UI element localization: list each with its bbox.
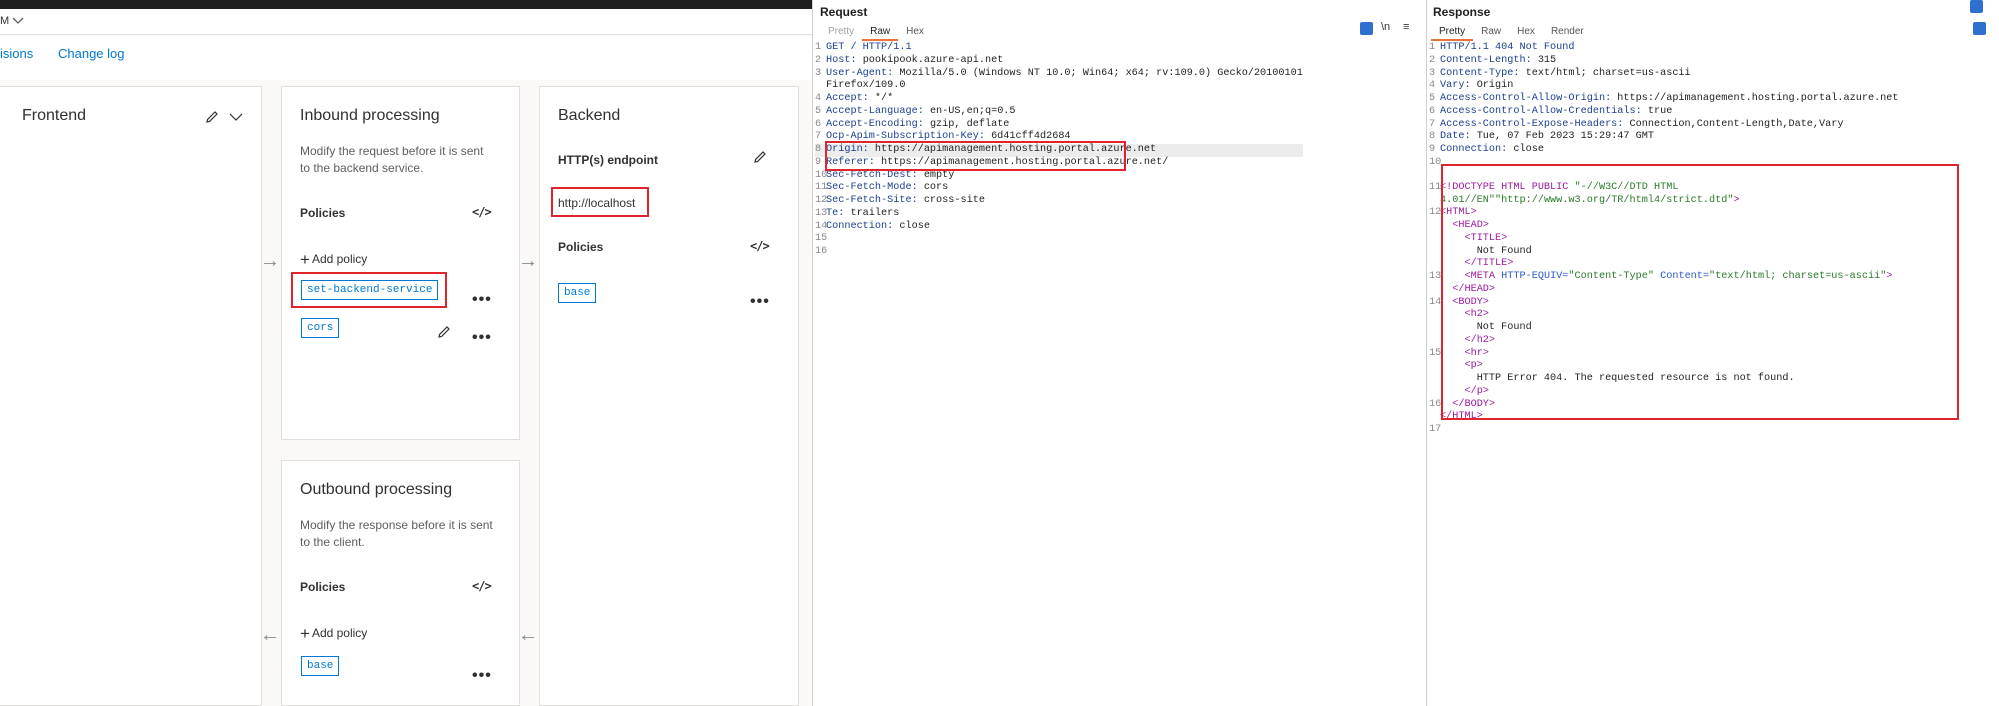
breadcrumb-bar	[0, 9, 812, 35]
code-line: 8 Date: Tue, 07 Feb 2023 15:29:47 GMT	[1429, 131, 1654, 143]
highlight-box-response-body	[1441, 164, 1959, 420]
tab-revisions[interactable]: isions	[0, 46, 33, 61]
policy-cors[interactable]: cors	[301, 318, 340, 338]
newline-toggle-icon[interactable]: \n	[1381, 21, 1390, 33]
code-line: 1 GET / HTTP/1.1	[815, 42, 912, 53]
backend-policies-label: Policies	[558, 240, 604, 254]
highlight-box-endpoint	[551, 187, 649, 217]
response-pane: Response Pretty Raw Hex Render 1 HTTP/1.1…	[1426, 0, 1999, 706]
more-options-icon[interactable]: •••	[472, 330, 492, 346]
add-policy-label: Add policy	[311, 626, 368, 640]
arrow-left-icon: ←	[518, 624, 538, 646]
outbound-policies-label: Policies	[300, 580, 346, 594]
apim-design-panel: M isions Change log Frontend Inbound pro…	[0, 0, 812, 706]
message-actions-icon[interactable]	[1973, 22, 1986, 35]
more-options-icon[interactable]: •••	[750, 294, 770, 310]
request-tabs: Pretty Raw Hex	[820, 25, 932, 41]
outbound-desc-line1: Modify the response before it is sent	[300, 518, 493, 532]
edit-pencil-icon[interactable]	[436, 324, 452, 340]
inbound-add-policy-button[interactable]: + Add policy	[300, 250, 367, 270]
highlight-box-origin-referer	[825, 141, 1126, 171]
arrow-right-icon: →	[518, 250, 538, 272]
plus-icon: +	[300, 250, 310, 269]
portal-top-bar	[0, 0, 812, 9]
arrow-right-icon: →	[260, 250, 280, 272]
code-line: 3 User-Agent: Mozilla/5.0 (Windows NT 10.…	[815, 67, 1303, 79]
code-line: 6 Accept-Encoding: gzip, deflate	[815, 118, 1010, 130]
inbound-processing-card: Inbound processing Modify the request be…	[281, 86, 520, 440]
code-line: 4 Accept: */*	[815, 93, 894, 104]
response-tabs: Pretty Raw Hex Render	[1431, 25, 1592, 41]
code-line: 1 HTTP/1.1 404 Not Found	[1429, 42, 1575, 53]
more-options-icon[interactable]: •••	[472, 668, 492, 684]
code-line: 6 Access-Control-Allow-Credentials: true	[1429, 105, 1673, 117]
code-line: 4 Vary: Origin	[1429, 80, 1514, 92]
request-title: Request	[820, 5, 868, 19]
outbound-policy-base[interactable]: base	[301, 656, 340, 676]
inbound-desc-line1: Modify the request before it is sent	[300, 144, 484, 158]
inbound-policies-label: Policies	[300, 206, 346, 220]
response-headers[interactable]: 1 HTTP/1.1 404 Not Found 2 Content-Length: …	[1429, 42, 1899, 170]
code-line: 2 Host: pookipook.azure-api.net	[815, 54, 1004, 66]
code-line: 3 Content-Type: text/html; charset=us-asc…	[1429, 67, 1691, 79]
inbound-desc-line2: to the backend service.	[300, 161, 424, 175]
tab-hex[interactable]: Hex	[1509, 25, 1543, 41]
code-line: 16	[815, 246, 828, 257]
code-line: Firefox/109.0	[826, 80, 906, 92]
frontend-title: Frontend	[22, 107, 87, 124]
code-line: 7 Access-Control-Expose-Headers: Connecti…	[1429, 118, 1844, 130]
code-editor-icon[interactable]: </>	[472, 205, 492, 219]
code-line: 13Te: trailers	[815, 207, 900, 219]
http-endpoint-label: HTTP(s) endpoint	[558, 153, 658, 167]
tab-render[interactable]: Render	[1543, 25, 1592, 41]
add-policy-label: Add policy	[311, 252, 368, 266]
frontend-card: Frontend	[0, 86, 262, 706]
backend-card: Backend HTTP(s) endpoint http://localhos…	[539, 86, 799, 706]
chevron-down-icon[interactable]	[228, 111, 244, 123]
tab-raw[interactable]: Raw	[1473, 25, 1509, 41]
outbound-title: Outbound processing	[300, 481, 453, 498]
tab-pretty[interactable]: Pretty	[1431, 25, 1474, 41]
chevron-down-icon[interactable]	[10, 14, 26, 28]
code-line: 5 Accept-Language: en-US,en;q=0.5	[815, 105, 1016, 117]
outbound-desc-line2: to the client.	[300, 535, 365, 549]
code-line: 11Sec-Fetch-Mode: cors	[815, 182, 949, 194]
tab-hex[interactable]: Hex	[898, 25, 932, 41]
code-editor-icon[interactable]: </>	[472, 579, 492, 593]
backend-title: Backend	[558, 107, 621, 124]
outbound-processing-card: Outbound processing Modify the response …	[281, 460, 520, 706]
menu-icon[interactable]: ≡	[1403, 21, 1409, 33]
code-line: 14Connection: close	[815, 220, 930, 232]
tab-pretty[interactable]: Pretty	[820, 25, 862, 41]
edit-pencil-icon[interactable]	[204, 109, 220, 125]
more-options-icon[interactable]: •••	[472, 292, 492, 308]
code-editor-icon[interactable]: </>	[750, 239, 770, 253]
backend-policy-base[interactable]: base	[558, 283, 597, 303]
code-line: 15	[815, 233, 828, 245]
edit-pencil-icon[interactable]	[752, 149, 768, 165]
inbound-title: Inbound processing	[300, 107, 440, 124]
arrow-left-icon: ←	[260, 624, 280, 646]
tab-change-log[interactable]: Change log	[58, 46, 125, 61]
outbound-add-policy-button[interactable]: + Add policy	[300, 624, 367, 644]
message-actions-icon[interactable]	[1360, 22, 1373, 35]
breadcrumb-tail[interactable]: M	[0, 15, 9, 27]
response-title: Response	[1433, 5, 1491, 19]
highlight-box-set-backend-service	[291, 272, 447, 308]
code-line: 12Sec-Fetch-Site: cross-site	[815, 195, 985, 206]
code-line: 9 Connection: close	[1429, 144, 1544, 155]
info-icon[interactable]	[1970, 0, 1983, 13]
code-line: 5 Access-Control-Allow-Origin: https://ap…	[1429, 93, 1899, 104]
request-pane: Request Pretty Raw Hex \n ≡ 1 GET / HTTP/…	[812, 0, 1426, 706]
tab-raw[interactable]: Raw	[862, 25, 899, 41]
code-line: 10Sec-Fetch-Dest: empty	[815, 169, 955, 181]
code-line: 2 Content-Length: 315	[1429, 54, 1557, 66]
plus-icon: +	[300, 624, 310, 643]
